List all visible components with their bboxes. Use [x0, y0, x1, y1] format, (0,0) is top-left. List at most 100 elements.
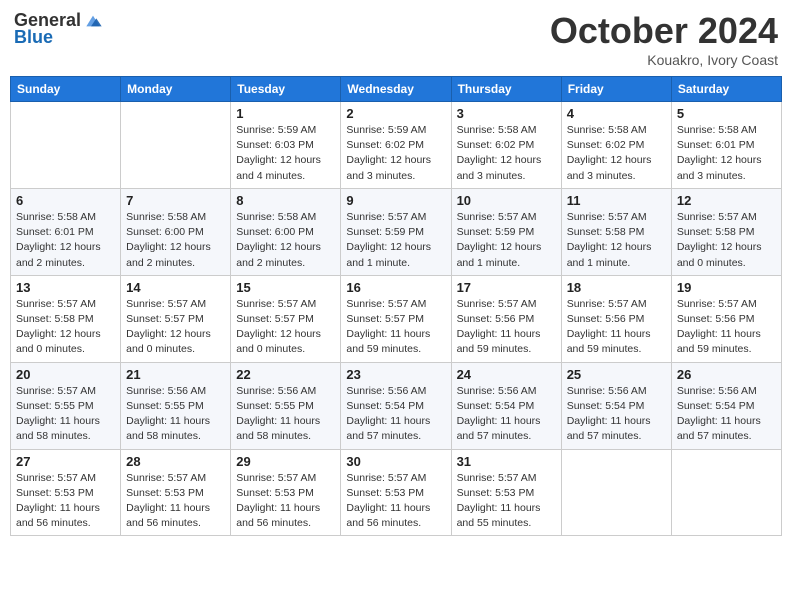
day-number: 8: [236, 193, 335, 208]
table-row: 3 Sunrise: 5:58 AM Sunset: 6:02 PM Daylig…: [451, 102, 561, 189]
table-row: 8Sunrise: 5:58 AM Sunset: 6:00 PM Daylig…: [231, 188, 341, 275]
day-info: Sunrise: 5:57 AM Sunset: 5:53 PM Dayligh…: [16, 471, 115, 532]
day-number: 14: [126, 280, 225, 295]
table-row: 9Sunrise: 5:57 AM Sunset: 5:59 PM Daylig…: [341, 188, 451, 275]
day-number: 21: [126, 367, 225, 382]
day-number: 16: [346, 280, 445, 295]
day-info: Sunrise: 5:57 AM Sunset: 5:59 PM Dayligh…: [457, 210, 556, 271]
calendar-week-row: 1 Sunrise: 5:59 AM Sunset: 6:03 PM Daylig…: [11, 102, 782, 189]
day-info: Sunrise: 5:57 AM Sunset: 5:58 PM Dayligh…: [16, 297, 115, 358]
day-info: Sunrise: 5:58 AM Sunset: 6:02 PM Dayligh…: [457, 123, 556, 184]
day-number: 25: [567, 367, 666, 382]
table-row: 25 Sunrise: 5:56 AM Sunset: 5:54 PM Dayli…: [561, 362, 671, 449]
table-row: 1 Sunrise: 5:59 AM Sunset: 6:03 PM Daylig…: [231, 102, 341, 189]
table-row: [671, 449, 781, 536]
table-row: 19Sunrise: 5:57 AM Sunset: 5:56 PM Dayli…: [671, 275, 781, 362]
location-subtitle: Kouakro, Ivory Coast: [550, 52, 778, 68]
day-number: 15: [236, 280, 335, 295]
table-row: 12Sunrise: 5:57 AM Sunset: 5:58 PM Dayli…: [671, 188, 781, 275]
page-header: General Blue October 2024 Kouakro, Ivory…: [10, 10, 782, 68]
table-row: 2 Sunrise: 5:59 AM Sunset: 6:02 PM Daylig…: [341, 102, 451, 189]
day-number: 11: [567, 193, 666, 208]
table-row: 24Sunrise: 5:56 AM Sunset: 5:54 PM Dayli…: [451, 362, 561, 449]
day-info: Sunrise: 5:57 AM Sunset: 5:56 PM Dayligh…: [457, 297, 556, 358]
table-row: 21 Sunrise: 5:56 AM Sunset: 5:55 PM Dayli…: [121, 362, 231, 449]
month-title: October 2024: [550, 10, 778, 52]
table-row: 6Sunrise: 5:58 AM Sunset: 6:01 PM Daylig…: [11, 188, 121, 275]
day-number: 30: [346, 454, 445, 469]
day-number: 24: [457, 367, 556, 382]
header-monday: Monday: [121, 77, 231, 102]
day-number: 27: [16, 454, 115, 469]
day-number: 22: [236, 367, 335, 382]
header-wednesday: Wednesday: [341, 77, 451, 102]
table-row: 16 Sunrise: 5:57 AM Sunset: 5:57 PM Dayli…: [341, 275, 451, 362]
day-number: 3: [457, 106, 556, 121]
day-info: Sunrise: 5:57 AM Sunset: 5:57 PM Dayligh…: [346, 297, 445, 358]
day-info: Sunrise: 5:57 AM Sunset: 5:57 PM Dayligh…: [126, 297, 225, 358]
calendar-week-row: 20 Sunrise: 5:57 AM Sunset: 5:55 PM Dayli…: [11, 362, 782, 449]
calendar-header-row: Sunday Monday Tuesday Wednesday Thursday…: [11, 77, 782, 102]
table-row: 28 Sunrise: 5:57 AM Sunset: 5:53 PM Dayli…: [121, 449, 231, 536]
day-info: Sunrise: 5:56 AM Sunset: 5:54 PM Dayligh…: [567, 384, 666, 445]
day-number: 12: [677, 193, 776, 208]
day-number: 31: [457, 454, 556, 469]
day-number: 9: [346, 193, 445, 208]
calendar-week-row: 6Sunrise: 5:58 AM Sunset: 6:01 PM Daylig…: [11, 188, 782, 275]
day-number: 29: [236, 454, 335, 469]
table-row: 20 Sunrise: 5:57 AM Sunset: 5:55 PM Dayli…: [11, 362, 121, 449]
logo-icon: [83, 11, 103, 31]
day-number: 5: [677, 106, 776, 121]
table-row: 23 Sunrise: 5:56 AM Sunset: 5:54 PM Dayli…: [341, 362, 451, 449]
day-info: Sunrise: 5:58 AM Sunset: 6:02 PM Dayligh…: [567, 123, 666, 184]
header-saturday: Saturday: [671, 77, 781, 102]
header-thursday: Thursday: [451, 77, 561, 102]
header-tuesday: Tuesday: [231, 77, 341, 102]
day-number: 13: [16, 280, 115, 295]
calendar-table: Sunday Monday Tuesday Wednesday Thursday…: [10, 76, 782, 536]
day-info: Sunrise: 5:57 AM Sunset: 5:57 PM Dayligh…: [236, 297, 335, 358]
table-row: 7Sunrise: 5:58 AM Sunset: 6:00 PM Daylig…: [121, 188, 231, 275]
day-number: 17: [457, 280, 556, 295]
table-row: 18Sunrise: 5:57 AM Sunset: 5:56 PM Dayli…: [561, 275, 671, 362]
table-row: 13 Sunrise: 5:57 AM Sunset: 5:58 PM Dayli…: [11, 275, 121, 362]
day-info: Sunrise: 5:57 AM Sunset: 5:58 PM Dayligh…: [567, 210, 666, 271]
logo-blue: Blue: [14, 27, 53, 48]
table-row: [121, 102, 231, 189]
table-row: [561, 449, 671, 536]
table-row: 26Sunrise: 5:56 AM Sunset: 5:54 PM Dayli…: [671, 362, 781, 449]
day-number: 1: [236, 106, 335, 121]
day-number: 6: [16, 193, 115, 208]
day-info: Sunrise: 5:57 AM Sunset: 5:55 PM Dayligh…: [16, 384, 115, 445]
day-number: 23: [346, 367, 445, 382]
day-info: Sunrise: 5:57 AM Sunset: 5:53 PM Dayligh…: [126, 471, 225, 532]
header-sunday: Sunday: [11, 77, 121, 102]
day-number: 20: [16, 367, 115, 382]
table-row: 14 Sunrise: 5:57 AM Sunset: 5:57 PM Dayli…: [121, 275, 231, 362]
logo: General Blue: [14, 10, 103, 48]
day-info: Sunrise: 5:56 AM Sunset: 5:54 PM Dayligh…: [346, 384, 445, 445]
table-row: 10Sunrise: 5:57 AM Sunset: 5:59 PM Dayli…: [451, 188, 561, 275]
table-row: 4 Sunrise: 5:58 AM Sunset: 6:02 PM Daylig…: [561, 102, 671, 189]
table-row: 30 Sunrise: 5:57 AM Sunset: 5:53 PM Dayli…: [341, 449, 451, 536]
day-info: Sunrise: 5:59 AM Sunset: 6:02 PM Dayligh…: [346, 123, 445, 184]
day-info: Sunrise: 5:57 AM Sunset: 5:56 PM Dayligh…: [677, 297, 776, 358]
day-number: 18: [567, 280, 666, 295]
header-friday: Friday: [561, 77, 671, 102]
day-info: Sunrise: 5:59 AM Sunset: 6:03 PM Dayligh…: [236, 123, 335, 184]
calendar-week-row: 13 Sunrise: 5:57 AM Sunset: 5:58 PM Dayli…: [11, 275, 782, 362]
day-info: Sunrise: 5:57 AM Sunset: 5:53 PM Dayligh…: [346, 471, 445, 532]
day-number: 28: [126, 454, 225, 469]
table-row: 5 Sunrise: 5:58 AM Sunset: 6:01 PM Daylig…: [671, 102, 781, 189]
day-info: Sunrise: 5:56 AM Sunset: 5:55 PM Dayligh…: [126, 384, 225, 445]
day-info: Sunrise: 5:58 AM Sunset: 6:01 PM Dayligh…: [677, 123, 776, 184]
table-row: 31Sunrise: 5:57 AM Sunset: 5:53 PM Dayli…: [451, 449, 561, 536]
table-row: 27 Sunrise: 5:57 AM Sunset: 5:53 PM Dayli…: [11, 449, 121, 536]
table-row: 15 Sunrise: 5:57 AM Sunset: 5:57 PM Dayli…: [231, 275, 341, 362]
day-info: Sunrise: 5:58 AM Sunset: 6:00 PM Dayligh…: [126, 210, 225, 271]
title-area: October 2024 Kouakro, Ivory Coast: [550, 10, 778, 68]
day-number: 4: [567, 106, 666, 121]
table-row: [11, 102, 121, 189]
day-number: 2: [346, 106, 445, 121]
table-row: 29Sunrise: 5:57 AM Sunset: 5:53 PM Dayli…: [231, 449, 341, 536]
